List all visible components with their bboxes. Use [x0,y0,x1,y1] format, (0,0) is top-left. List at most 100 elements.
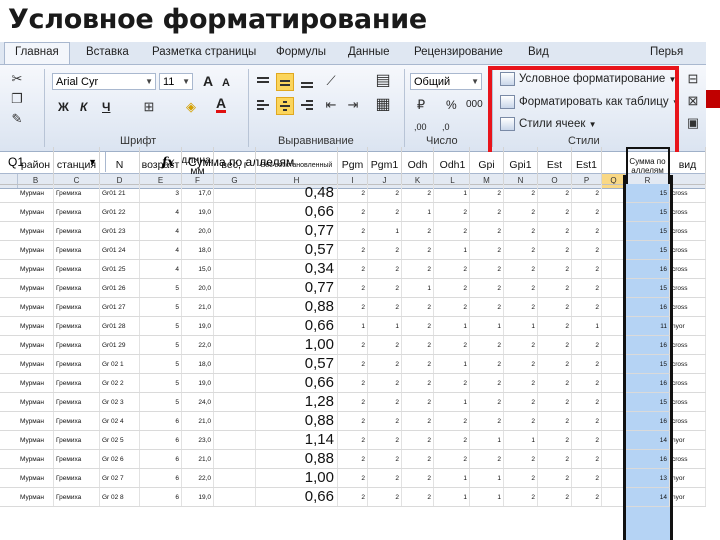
table-cell[interactable]: Гремиха [54,336,100,354]
table-cell[interactable]: Гремиха [54,184,100,202]
table-cell[interactable]: 14 [626,431,670,449]
table-cell[interactable] [214,298,256,316]
table-cell[interactable]: 23,0 [182,431,214,449]
table-cell[interactable]: 19,0 [182,317,214,335]
table-cell[interactable]: 16 [626,260,670,278]
table-cell[interactable]: Мурман [18,469,54,487]
table-cell[interactable]: 2 [504,450,538,468]
table-cell[interactable]: 14 [626,488,670,506]
table-cell[interactable]: Gr 02 4 [100,412,140,430]
table-cell[interactable]: 2 [402,355,434,373]
number-format-select[interactable]: Общий ▼ [410,73,482,90]
table-cell[interactable]: 6 [140,412,182,430]
table-cell[interactable]: 5 [140,279,182,297]
decrease-decimal-button[interactable]: ,0 [442,119,450,135]
table-cell[interactable]: 2 [470,412,504,430]
table-cell[interactable]: 0,66 [256,488,338,506]
table-cell[interactable]: Gr01 27 [100,298,140,316]
table-cell[interactable]: 2 [368,374,402,392]
font-size-select[interactable]: 11 ▼ [159,73,193,90]
table-cell[interactable]: Gr01 22 [100,203,140,221]
table-cell[interactable]: Мурман [18,279,54,297]
underline-button[interactable]: Ч [102,99,110,115]
table-cell[interactable]: 2 [538,203,572,221]
table-cell[interactable]: cross [670,355,706,373]
table-cell[interactable]: 2 [368,241,402,259]
table-cell[interactable] [214,336,256,354]
table-cell[interactable]: 6 [140,488,182,506]
table-cell[interactable]: 2 [538,317,572,335]
orientation-icon[interactable]: ⟋ [322,73,340,89]
table-cell[interactable]: 15 [626,222,670,240]
table-cell[interactable]: 2 [338,298,368,316]
table-cell[interactable] [214,488,256,506]
table-cell[interactable]: cross [670,393,706,411]
table-cell[interactable]: Мурман [18,184,54,202]
table-cell[interactable]: 2 [572,298,602,316]
table-cell[interactable]: 1 [470,431,504,449]
font-color-button[interactable]: A [216,96,227,113]
table-cell[interactable]: Мурман [18,222,54,240]
tab-data[interactable]: Данные [348,46,390,58]
table-cell[interactable]: 2 [368,431,402,449]
table-cell[interactable]: 2 [538,431,572,449]
table-cell[interactable]: 2 [436,298,470,316]
header-cell[interactable]: Pgm1 [368,147,402,184]
table-cell[interactable]: 2 [504,241,538,259]
grow-font-button[interactable]: A [203,73,213,89]
table-cell[interactable]: 2 [368,298,402,316]
table-cell[interactable]: 2 [402,184,434,202]
table-cell[interactable]: Gr 02 5 [100,431,140,449]
header-cell[interactable]: вид [670,147,706,184]
table-cell[interactable]: 20,0 [182,222,214,240]
table-cell[interactable]: 16 [626,298,670,316]
bold-button[interactable]: Ж [58,99,69,115]
header-cell[interactable]: Est [538,147,572,184]
table-cell[interactable]: Мурман [18,203,54,221]
table-cell[interactable]: Гремиха [54,317,100,335]
table-cell[interactable] [214,374,256,392]
table-cell[interactable]: 2 [338,336,368,354]
table-cell[interactable]: 2 [402,488,434,506]
table-cell[interactable]: 1 [504,317,538,335]
table-cell[interactable]: 1 [368,222,402,240]
table-cell[interactable]: 2 [402,336,434,354]
header-cell[interactable]: возраст [140,147,182,184]
table-cell[interactable]: 2 [436,450,470,468]
format-painter-icon[interactable]: ✎ [8,111,26,127]
table-cell[interactable]: 0,77 [256,279,338,297]
table-cell[interactable] [214,412,256,430]
table-cell[interactable]: 20,0 [182,279,214,297]
table-cell[interactable]: 1 [436,488,470,506]
table-cell[interactable]: cross [670,279,706,297]
table-cell[interactable]: 1 [572,317,602,335]
table-cell[interactable]: 2 [436,374,470,392]
borders-icon[interactable]: ⊞ [140,99,158,115]
table-cell[interactable] [214,279,256,297]
table-cell[interactable]: 2 [504,298,538,316]
fill-color-icon[interactable]: ◈ [182,99,200,115]
table-cell[interactable]: 2 [436,336,470,354]
table-cell[interactable]: Мурман [18,431,54,449]
table-cell[interactable]: 2 [470,222,504,240]
table-cell[interactable]: 21,0 [182,412,214,430]
table-cell[interactable]: Gr01 26 [100,279,140,297]
table-cell[interactable]: 2 [402,412,434,430]
table-cell[interactable]: 5 [140,374,182,392]
table-cell[interactable]: 2 [402,431,434,449]
table-cell[interactable]: 2 [338,203,368,221]
table-cell[interactable]: cross [670,184,706,202]
table-cell[interactable]: 2 [538,298,572,316]
table-cell[interactable]: 6 [140,469,182,487]
table-cell[interactable]: 1 [402,279,434,297]
cut-icon[interactable]: ✂ [8,71,26,87]
table-cell[interactable]: Gr 02 1 [100,355,140,373]
table-cell[interactable]: 5 [140,355,182,373]
table-cell[interactable]: Гремиха [54,488,100,506]
table-cell[interactable]: 2 [572,488,602,506]
copy-icon[interactable]: ❐ [8,91,26,107]
table-cell[interactable]: 2 [572,431,602,449]
table-cell[interactable]: nyor [670,317,706,335]
table-cell[interactable]: Мурман [18,241,54,259]
table-cell[interactable] [214,355,256,373]
